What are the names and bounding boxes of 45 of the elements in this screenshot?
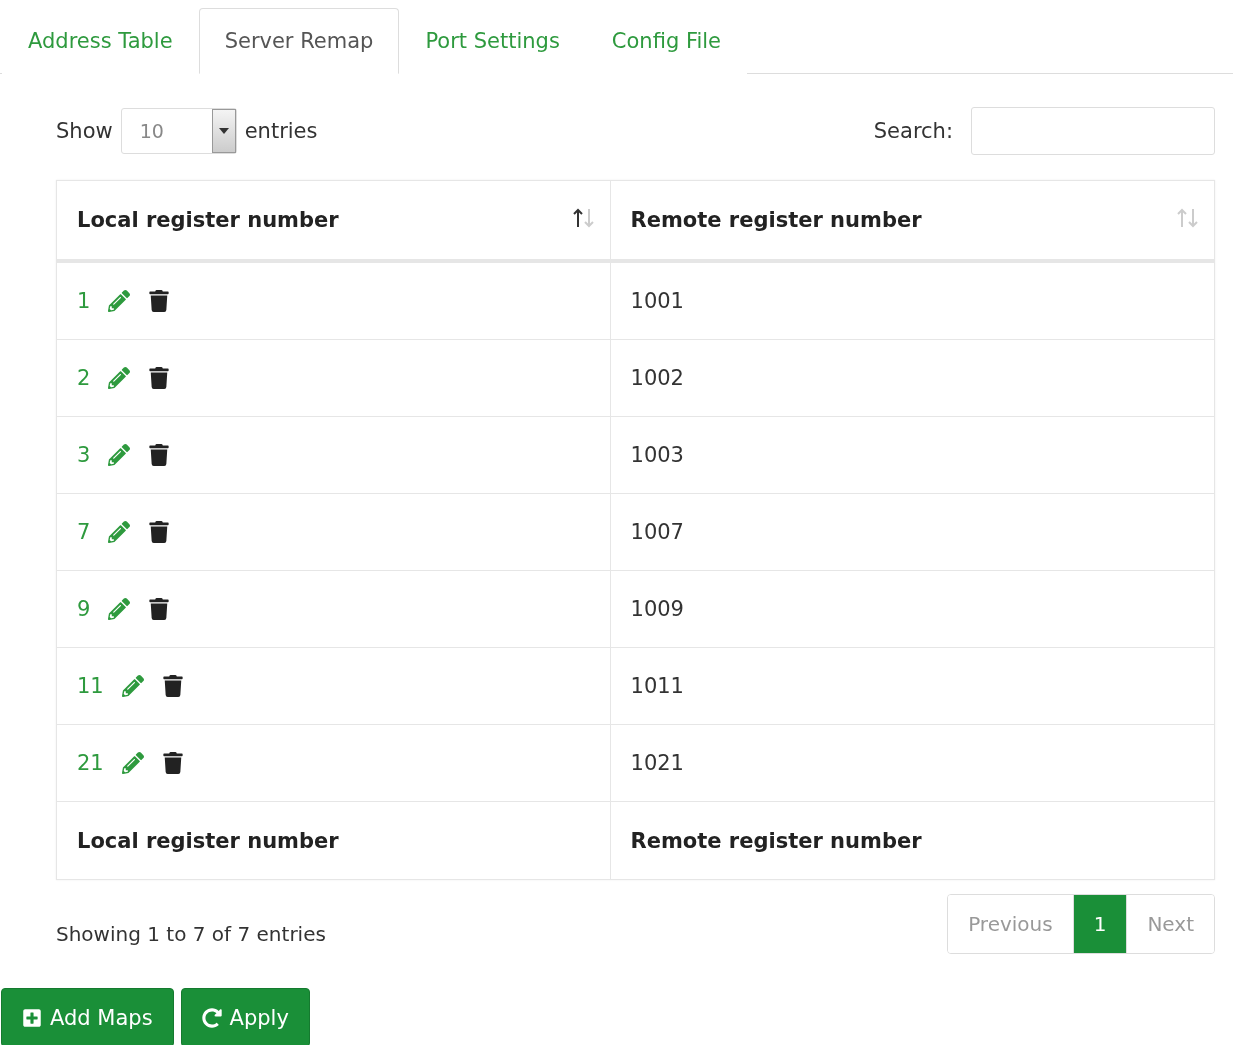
trash-icon[interactable] — [161, 752, 184, 774]
table-cell: 11 — [77, 674, 104, 698]
trash-icon[interactable] — [161, 675, 184, 697]
column-header[interactable]: Local register number — [56, 180, 610, 261]
pencil-icon[interactable] — [108, 521, 131, 543]
sort-icon[interactable] — [571, 207, 596, 229]
search-field[interactable] — [971, 107, 1215, 155]
entries-label: entries — [244, 119, 318, 143]
table-cell: 2 — [77, 366, 91, 390]
page-button[interactable]: 1 — [1072, 895, 1127, 953]
pencil-icon[interactable] — [108, 290, 131, 312]
table-cell: 1007 — [610, 493, 1215, 571]
pencil-icon[interactable] — [108, 598, 131, 620]
entries-select[interactable]: 10 — [120, 108, 237, 154]
pencil-icon[interactable] — [121, 675, 144, 697]
action-button[interactable]: Apply — [180, 988, 310, 1045]
search-label: Search: — [873, 119, 953, 143]
action-button[interactable]: Add Maps — [1, 988, 174, 1045]
column-footer: Local register number — [56, 801, 610, 880]
table-cell: 21 — [77, 751, 104, 775]
caret-icon — [218, 128, 229, 134]
pencil-icon[interactable] — [108, 367, 131, 389]
table-cell: 1003 — [610, 416, 1215, 494]
show-label: Show — [56, 119, 113, 143]
table-cell: 1 — [77, 289, 91, 313]
column-footer: Remote register number — [610, 801, 1215, 880]
table-cell: 1001 — [610, 261, 1215, 340]
table-cell: 1009 — [610, 570, 1215, 648]
redo-icon — [201, 1007, 222, 1028]
table-cell: 3 — [77, 443, 91, 467]
entries-info: Showing 1 to 7 of 7 entries — [56, 922, 326, 946]
pencil-icon[interactable] — [121, 752, 144, 774]
table-cell: 1011 — [610, 647, 1215, 725]
trash-icon[interactable] — [148, 521, 171, 543]
trash-icon[interactable] — [148, 367, 171, 389]
trash-icon[interactable] — [148, 444, 171, 466]
pencil-icon[interactable] — [108, 444, 131, 466]
table-cell: 7 — [77, 520, 91, 544]
table-cell: 9 — [77, 597, 91, 621]
table-cell: 1021 — [610, 724, 1215, 802]
tab[interactable]: Server Remap — [198, 8, 400, 74]
table-cell: 1002 — [610, 339, 1215, 417]
column-header[interactable]: Remote register number — [610, 180, 1215, 261]
trash-icon[interactable] — [148, 598, 171, 620]
trash-icon[interactable] — [148, 290, 171, 312]
